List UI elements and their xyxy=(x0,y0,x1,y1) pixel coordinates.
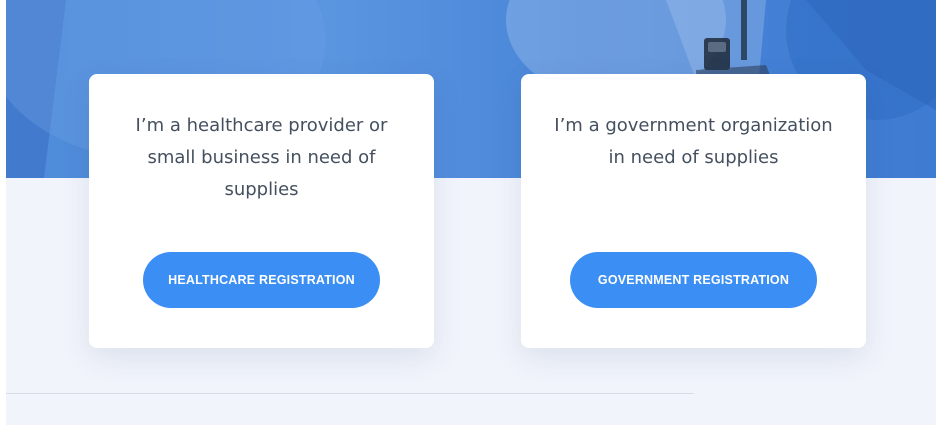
healthcare-card: I’m a healthcare provider or small busin… xyxy=(89,74,434,348)
government-card-text: I’m a government organization in need of… xyxy=(554,115,833,168)
healthcare-registration-button[interactable]: HEALTHCARE REGISTRATION xyxy=(143,252,380,308)
government-registration-button[interactable]: GOVERNMENT REGISTRATION xyxy=(570,252,817,308)
healthcare-card-text: I’m a healthcare provider or small busin… xyxy=(135,115,388,200)
section-divider xyxy=(6,393,694,394)
government-card: I’m a government organization in need of… xyxy=(521,74,866,348)
